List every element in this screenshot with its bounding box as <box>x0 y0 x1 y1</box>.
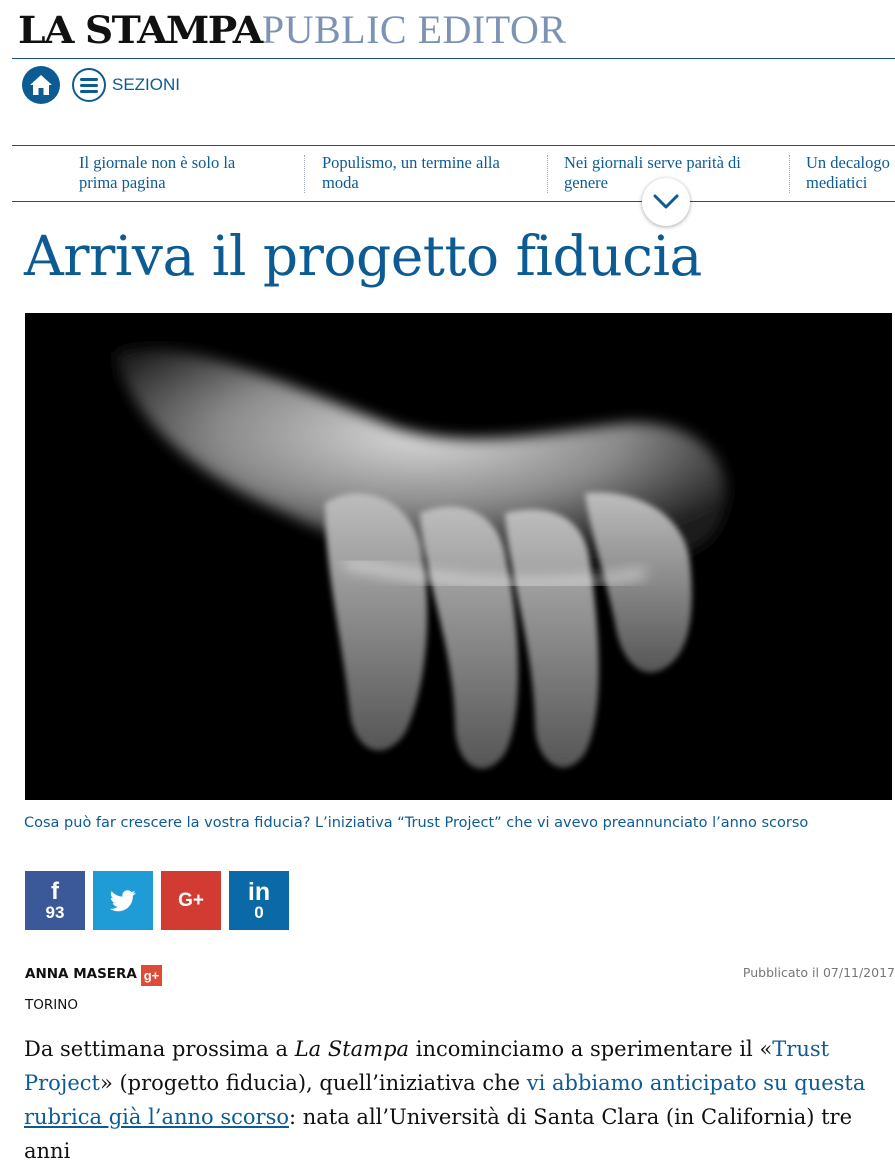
masthead[interactable]: LA STAMPA PUBLIC EDITOR <box>18 6 567 53</box>
la-stampa-logo[interactable]: LA STAMPA <box>18 8 263 52</box>
related-article-title: prima pagina <box>79 173 166 192</box>
hand-photo <box>25 313 892 800</box>
facebook-share-count: 93 <box>45 902 65 922</box>
related-article-title: moda <box>322 173 359 192</box>
related-article-title: mediatici <box>806 173 868 192</box>
section-title[interactable]: PUBLIC EDITOR <box>262 6 567 53</box>
linkedin-icon: in <box>247 877 271 906</box>
article-body: Da settimana prossima a La Stampa incomi… <box>24 1032 886 1168</box>
home-button[interactable] <box>22 66 60 104</box>
related-article-title: Il giornale non è solo la <box>79 153 236 172</box>
separator <box>304 155 305 193</box>
top-nav: SEZIONI <box>22 66 180 104</box>
related-article-title: Populismo, un termine alla <box>322 153 500 172</box>
twitter-bird-icon <box>110 889 136 911</box>
divider <box>12 201 895 202</box>
linkedin-share-count: 0 <box>254 902 264 922</box>
article-title: Arriva il progetto fiducia <box>24 224 702 288</box>
related-article-2[interactable]: Populismo, un termine alla moda <box>322 153 500 193</box>
related-article-1[interactable]: Il giornale non è solo la prima pagina <box>79 153 235 193</box>
separator <box>547 155 548 193</box>
author-google-plus-icon[interactable]: g+ <box>141 965 162 986</box>
divider <box>12 58 895 59</box>
facebook-share-button[interactable]: f 93 <box>25 871 85 930</box>
home-icon <box>30 75 52 95</box>
newspaper-name: La Stampa <box>294 1037 410 1061</box>
publication-date: Pubblicato il 07/11/2017 <box>742 965 895 980</box>
googleplus-share-button[interactable]: G+ <box>161 871 221 930</box>
author-name[interactable]: ANNA MASERA <box>25 966 137 982</box>
article-image <box>25 313 892 800</box>
hamburger-icon <box>80 77 98 93</box>
body-text: Da settimana prossima a <box>24 1037 295 1061</box>
body-text: » (progetto fiducia), quell’iniziativa c… <box>99 1071 527 1095</box>
previous-article-link[interactable]: vi abbiamo anticipato su questa <box>527 1071 866 1095</box>
facebook-icon: f <box>51 877 59 905</box>
related-article-title: Un decalogo <box>806 153 890 172</box>
related-article-title: Nei giornali serve parità di <box>564 153 741 172</box>
twitter-share-button[interactable] <box>93 871 153 930</box>
separator <box>789 155 790 193</box>
menu-button[interactable] <box>72 68 106 102</box>
linkedin-share-button[interactable]: in 0 <box>229 871 289 930</box>
body-text: incominciamo a sperimentare il « <box>409 1037 773 1061</box>
divider <box>12 145 895 146</box>
google-plus-icon: G+ <box>178 889 204 911</box>
related-articles: Il giornale non è solo la prima pagina P… <box>0 153 895 197</box>
chevron-down-icon <box>653 194 679 209</box>
image-caption: Cosa può far crescere la vostra fiducia?… <box>24 815 809 831</box>
previous-article-link-cont[interactable]: rubrica già l’anno scorso <box>24 1105 289 1129</box>
expand-related-button[interactable] <box>642 178 690 226</box>
dateline-location: TORINO <box>25 997 78 1013</box>
sections-link[interactable]: SEZIONI <box>112 75 180 95</box>
related-article-4[interactable]: Un decalogo mediatici <box>806 153 895 193</box>
